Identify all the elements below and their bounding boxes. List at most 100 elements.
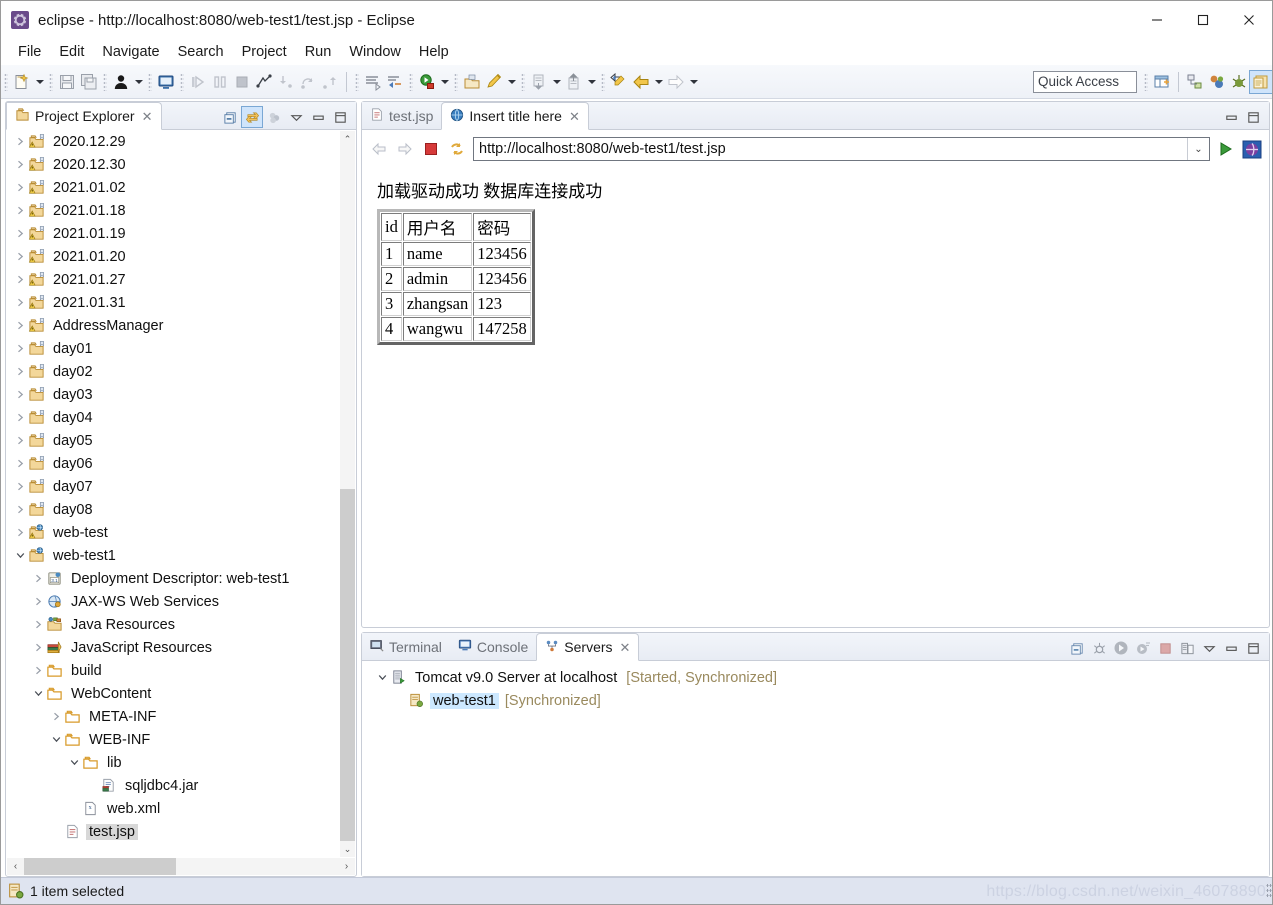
tree-row[interactable]: day05 xyxy=(6,429,356,452)
servers-tree[interactable]: Tomcat v9.0 Server at localhost [Started,… xyxy=(362,661,1269,876)
tree-row[interactable]: web-test1 xyxy=(6,544,356,567)
open-type-icon[interactable] xyxy=(461,71,483,93)
console-icon[interactable] xyxy=(155,71,177,93)
explorer-vertical-scrollbar[interactable]: ⌃ ⌄ xyxy=(340,131,355,857)
chevron-right-icon[interactable] xyxy=(12,383,28,406)
chevron-down-icon[interactable] xyxy=(30,682,46,705)
chevron-right-icon[interactable] xyxy=(12,268,28,291)
tab-insert-title-here[interactable]: Insert title here ✕ xyxy=(441,102,589,130)
chevron-right-icon[interactable] xyxy=(30,636,46,659)
tree-row[interactable]: 3.1 Deployment Descriptor: web-test1 xyxy=(6,567,356,590)
new-css-icon[interactable] xyxy=(362,71,384,93)
java-ee-perspective-icon[interactable] xyxy=(1184,71,1206,93)
open-external-browser-icon[interactable] xyxy=(1242,139,1262,159)
web-perspective-icon[interactable] xyxy=(1249,69,1272,94)
step-return-icon[interactable] xyxy=(319,71,341,93)
dropdown-arrow-icon[interactable] xyxy=(585,71,598,93)
terminate-icon[interactable] xyxy=(231,71,253,93)
chevron-right-icon[interactable] xyxy=(12,498,28,521)
disconnect-icon[interactable] xyxy=(253,71,275,93)
quick-access-input[interactable]: Quick Access xyxy=(1033,70,1137,93)
chevron-down-icon[interactable] xyxy=(12,544,28,567)
menu-item-file[interactable]: File xyxy=(9,42,50,62)
menu-item-help[interactable]: Help xyxy=(410,42,458,62)
toolbar-grip[interactable] xyxy=(454,72,458,91)
chevron-right-icon[interactable] xyxy=(12,199,28,222)
scroll-down-icon[interactable]: ⌄ xyxy=(340,841,355,857)
tree-row[interactable]: sqljdbc4.jar xyxy=(6,774,356,797)
toolbar-grip[interactable] xyxy=(521,72,525,91)
scroll-right-icon[interactable]: › xyxy=(338,858,355,875)
new-perspective-icon[interactable] xyxy=(1151,71,1173,93)
tab-servers[interactable]: Servers ✕ xyxy=(536,633,640,661)
tree-row[interactable]: lib xyxy=(6,751,356,774)
back-arrow-icon[interactable] xyxy=(369,139,389,159)
tree-row[interactable]: META-INF xyxy=(6,705,356,728)
menu-item-navigate[interactable]: Navigate xyxy=(93,42,168,62)
close-icon[interactable]: ✕ xyxy=(142,110,153,123)
scrollbar-thumb[interactable] xyxy=(24,858,176,875)
tree-row[interactable]: 2020.12.29 xyxy=(6,130,356,153)
person-icon[interactable] xyxy=(110,71,132,93)
debug-server-icon[interactable] xyxy=(1089,638,1109,658)
tree-row[interactable]: 2021.01.19 xyxy=(6,222,356,245)
tree-row[interactable]: 2021.01.18 xyxy=(6,199,356,222)
chevron-down-icon[interactable]: ⌄ xyxy=(1187,138,1209,160)
run-icon[interactable] xyxy=(416,71,438,93)
chevron-down-icon[interactable] xyxy=(374,666,390,689)
collapse-all-icon[interactable] xyxy=(1067,638,1087,658)
toolbar-grip[interactable] xyxy=(1144,72,1148,91)
scroll-left-icon[interactable]: ‹ xyxy=(7,858,24,875)
prev-annotation-icon[interactable] xyxy=(563,71,585,93)
tab-console[interactable]: Console xyxy=(450,633,536,660)
tree-row[interactable]: Java Resources xyxy=(6,613,356,636)
chevron-right-icon[interactable] xyxy=(12,475,28,498)
chevron-right-icon[interactable] xyxy=(12,176,28,199)
dropdown-arrow-icon[interactable] xyxy=(33,71,46,93)
last-edit-location-icon[interactable] xyxy=(608,71,630,93)
search-pencil-icon[interactable] xyxy=(483,71,505,93)
refresh-icon[interactable] xyxy=(447,139,467,159)
publish-icon[interactable] xyxy=(1177,638,1197,658)
explorer-tree[interactable]: 2020.12.29 2020.12.30 2021.01.02 2021.01… xyxy=(6,130,356,858)
tree-row[interactable]: JAX-WS Web Services xyxy=(6,590,356,613)
chevron-right-icon[interactable] xyxy=(12,130,28,153)
toolbar-grip[interactable] xyxy=(4,72,8,91)
chevron-right-icon[interactable] xyxy=(48,705,64,728)
go-play-icon[interactable] xyxy=(1216,139,1236,159)
tab-terminal[interactable]: Terminal xyxy=(362,633,450,660)
chevron-right-icon[interactable] xyxy=(12,360,28,383)
debug-perspective-icon[interactable] xyxy=(1228,71,1250,93)
toolbar-grip[interactable] xyxy=(148,72,152,91)
tree-row[interactable]: 2021.01.20 xyxy=(6,245,356,268)
maximize-icon[interactable] xyxy=(330,107,350,127)
chevron-right-icon[interactable] xyxy=(12,245,28,268)
tree-row[interactable]: 2020.12.30 xyxy=(6,153,356,176)
chevron-right-icon[interactable] xyxy=(12,337,28,360)
save-all-icon[interactable] xyxy=(78,71,100,93)
maximize-button[interactable] xyxy=(1180,1,1226,39)
maximize-icon[interactable] xyxy=(1243,107,1263,127)
chevron-right-icon[interactable] xyxy=(12,452,28,475)
chevron-down-icon[interactable] xyxy=(66,751,82,774)
dropdown-arrow-icon[interactable] xyxy=(687,71,700,93)
toolbar-grip[interactable] xyxy=(409,72,413,91)
chevron-right-icon[interactable] xyxy=(12,222,28,245)
minimize-button[interactable] xyxy=(1134,1,1180,39)
back-icon[interactable] xyxy=(630,71,652,93)
chevron-right-icon[interactable] xyxy=(12,153,28,176)
link-with-editor-icon[interactable] xyxy=(241,106,263,128)
chevron-right-icon[interactable] xyxy=(12,521,28,544)
tree-row[interactable]: day01 xyxy=(6,337,356,360)
close-button[interactable] xyxy=(1226,1,1272,39)
chevron-right-icon[interactable] xyxy=(12,406,28,429)
menu-item-project[interactable]: Project xyxy=(233,42,296,62)
forward-arrow-icon[interactable] xyxy=(395,139,415,159)
menu-item-run[interactable]: Run xyxy=(296,42,341,62)
chevron-right-icon[interactable] xyxy=(30,659,46,682)
chevron-right-icon[interactable] xyxy=(30,590,46,613)
toolbar-grip[interactable] xyxy=(49,72,53,91)
dropdown-arrow-icon[interactable] xyxy=(505,71,518,93)
view-menu-icon[interactable] xyxy=(1199,638,1219,658)
toolbar-grip[interactable] xyxy=(103,72,107,91)
